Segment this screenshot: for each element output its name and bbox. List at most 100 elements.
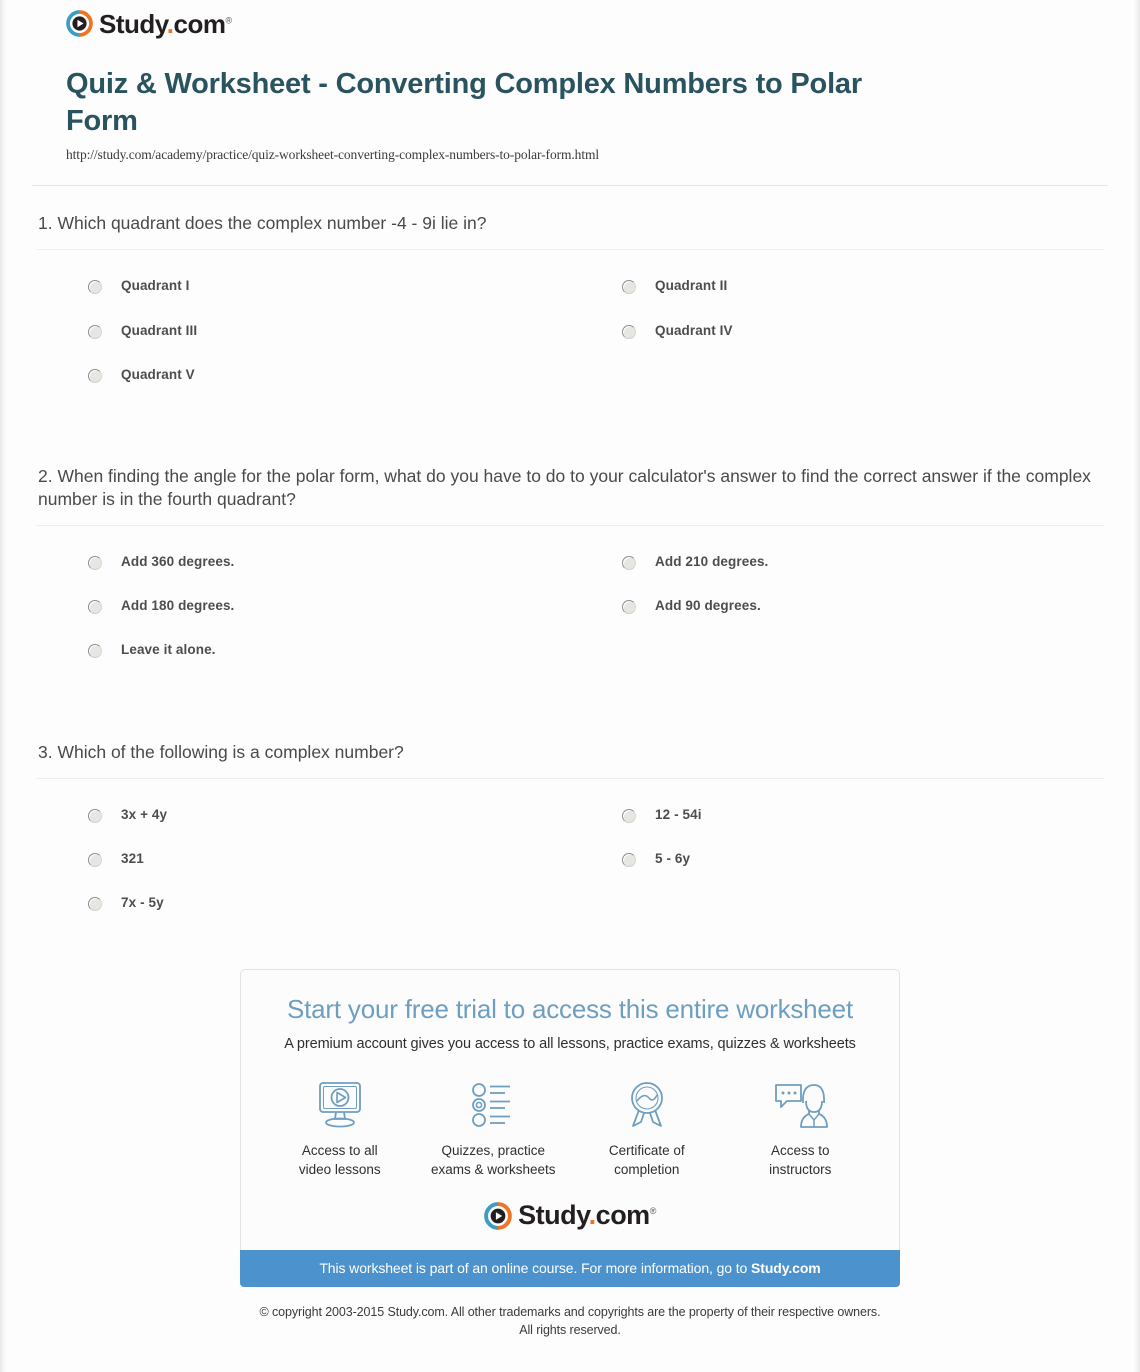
feature-item: Quizzes, practice exams & worksheets	[417, 1076, 571, 1179]
logo-wordmark: Study.com®	[518, 1202, 656, 1229]
features-list: Access to all video lessons Quizzes, pra…	[263, 1076, 877, 1179]
option-item[interactable]: 3x + 4y	[36, 793, 570, 837]
radio-button-icon[interactable]	[88, 324, 102, 339]
options-list: 3x + 4y 12 - 54i 321 5 - 6y 7x - 5y	[36, 779, 1104, 926]
radio-button-icon[interactable]	[622, 600, 636, 615]
banner-link[interactable]: Study.com	[751, 1260, 821, 1276]
option-label: Add 360 degrees.	[121, 554, 235, 570]
monitor-play-icon	[311, 1076, 369, 1134]
page-url: http://study.com/academy/practice/quiz-w…	[66, 147, 600, 163]
question-2: 2. When finding the angle for the polar …	[36, 439, 1104, 673]
question-text: 3. Which of the following is a complex n…	[38, 741, 404, 762]
option-item[interactable]: Leave it alone.	[36, 628, 570, 672]
logo-wordmark: Study.com®	[99, 11, 232, 37]
option-item[interactable]: 5 - 6y	[570, 837, 1104, 881]
option-label: Add 210 degrees.	[655, 554, 769, 570]
feature-item: Certificate of completion	[570, 1076, 724, 1179]
radio-button-icon[interactable]	[622, 852, 636, 867]
question-spacer	[36, 397, 1104, 439]
option-item[interactable]: Quadrant II	[570, 264, 1104, 308]
promo-headline: Start your free trial to access this ent…	[287, 994, 853, 1025]
feature-item: Access to instructors	[724, 1076, 878, 1179]
option-item[interactable]: Quadrant III	[36, 309, 570, 353]
header-logo-row: Study.com®	[18, 0, 1122, 50]
feature-label: Quizzes, practice exams & worksheets	[430, 1143, 556, 1178]
option-label: 12 - 54i	[655, 806, 702, 822]
radio-button-icon[interactable]	[88, 368, 102, 383]
option-label: 3x + 4y	[121, 806, 168, 822]
radio-button-icon[interactable]	[88, 852, 102, 867]
question-1: 1. Which quadrant does the complex numbe…	[36, 186, 1104, 397]
option-item[interactable]: 12 - 54i	[570, 793, 1104, 837]
options-list: Quadrant I Quadrant II Quadrant III Quad…	[36, 250, 1104, 397]
option-label: Quadrant III	[121, 322, 198, 338]
option-item[interactable]: Quadrant IV	[570, 309, 1104, 353]
option-item[interactable]: Add 360 degrees.	[36, 540, 570, 584]
title-block: Quiz & Worksheet - Converting Complex Nu…	[18, 50, 1122, 163]
radio-button-icon[interactable]	[88, 556, 102, 571]
radio-button-icon[interactable]	[622, 324, 636, 339]
option-label: 321	[121, 850, 144, 866]
option-label: Leave it alone.	[121, 642, 216, 658]
feature-label: Certificate of completion	[608, 1143, 685, 1178]
free-trial-card: Start your free trial to access this ent…	[240, 969, 900, 1250]
option-label: Quadrant IV	[655, 322, 733, 338]
option-label: Quadrant I	[121, 278, 190, 294]
feature-label: Access to instructors	[769, 1143, 832, 1178]
play-circle-icon	[66, 10, 93, 37]
logo-name: Study	[518, 1200, 589, 1231]
logo-dot: .	[166, 8, 174, 39]
worksheet-page: Study.com® Quiz & Worksheet - Converting…	[0, 0, 1140, 1372]
option-item[interactable]: Add 90 degrees.	[570, 584, 1104, 628]
radio-button-icon[interactable]	[88, 808, 102, 823]
radio-button-icon[interactable]	[88, 600, 102, 615]
question-3: 3. Which of the following is a complex n…	[36, 715, 1104, 926]
radio-button-icon[interactable]	[88, 897, 102, 912]
options-list: Add 360 degrees. Add 210 degrees. Add 18…	[36, 526, 1104, 673]
question-text: 1. Which quadrant does the complex numbe…	[38, 213, 487, 234]
logo-trademark: ®	[225, 14, 233, 25]
logo-name: Study	[99, 8, 167, 39]
copyright-line-1: © copyright 2003-2015 Study.com. All oth…	[259, 1304, 881, 1319]
instructor-chat-icon	[771, 1076, 829, 1134]
logo-tld: com	[595, 1200, 651, 1231]
promo-logo[interactable]: Study.com®	[263, 1202, 877, 1236]
award-ribbon-icon	[618, 1076, 676, 1134]
copyright-line-2: All rights reserved.	[519, 1322, 621, 1337]
option-label: Add 180 degrees.	[121, 598, 235, 614]
radio-button-icon[interactable]	[88, 280, 102, 295]
play-circle-icon	[484, 1201, 512, 1230]
radio-button-icon[interactable]	[622, 556, 636, 571]
option-item[interactable]: Add 210 degrees.	[570, 540, 1104, 584]
feature-item: Access to all video lessons	[263, 1076, 417, 1179]
logo-dot: .	[588, 1200, 597, 1231]
banner-text: This worksheet is part of an online cour…	[319, 1259, 752, 1276]
banner-section: This worksheet is part of an online cour…	[18, 1249, 1122, 1287]
page-title: Quiz & Worksheet - Converting Complex Nu…	[66, 68, 862, 138]
feature-label: Access to all video lessons	[298, 1143, 381, 1178]
promo-section: Start your free trial to access this ent…	[18, 925, 1122, 1250]
question-text: 2. When finding the angle for the polar …	[38, 465, 1091, 509]
option-item[interactable]: 321	[36, 837, 570, 881]
promo-subheadline: A premium account gives you access to al…	[284, 1036, 856, 1053]
site-logo[interactable]: Study.com®	[66, 10, 232, 37]
option-item[interactable]: Add 180 degrees.	[36, 584, 570, 628]
option-label: Quadrant II	[655, 278, 728, 294]
option-label: 5 - 6y	[655, 850, 691, 866]
option-item[interactable]: Quadrant V	[36, 353, 570, 397]
question-spacer	[36, 673, 1104, 715]
option-label: 7x - 5y	[121, 895, 164, 911]
option-label: Quadrant V	[121, 366, 195, 382]
radio-button-icon[interactable]	[622, 280, 636, 295]
copyright-footer: © copyright 2003-2015 Study.com. All oth…	[18, 1287, 1122, 1339]
option-label: Add 90 degrees.	[655, 598, 761, 614]
radio-button-icon[interactable]	[88, 644, 102, 659]
logo-tld: com	[173, 8, 226, 39]
questions-container: 1. Which quadrant does the complex numbe…	[18, 186, 1122, 925]
option-item[interactable]: 7x - 5y	[36, 881, 570, 925]
option-item[interactable]: Quadrant I	[36, 264, 570, 308]
radio-button-icon[interactable]	[622, 808, 636, 823]
quiz-list-icon	[464, 1076, 522, 1134]
course-info-banner[interactable]: This worksheet is part of an online cour…	[240, 1249, 900, 1287]
logo-trademark: ®	[649, 1206, 657, 1217]
